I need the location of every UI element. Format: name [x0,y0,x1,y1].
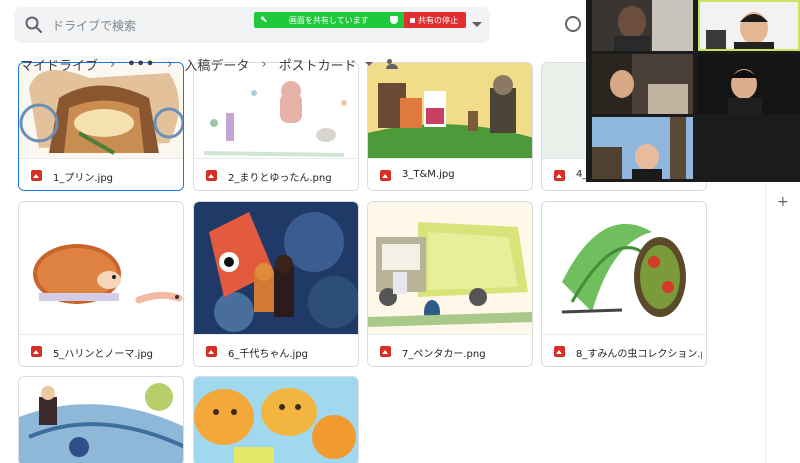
thumbnail-image [368,202,532,334]
file-card-10[interactable] [193,376,359,463]
video-tile-active-speaker[interactable] [698,0,800,51]
video-call-overlay [586,0,800,182]
file-card-9[interactable] [18,376,184,463]
file-card-6[interactable]: 6_千代ちゃん.jpg [193,201,359,367]
file-card-1[interactable]: 1_プリン.jpg [18,62,184,191]
image-file-icon [31,346,42,357]
stop-share-label: 共有の停止 [418,15,458,25]
screen-share-banner: ⬉ 画面を共有しています 共有の停止 [254,12,466,28]
file-caption: 2_まりとゆったん.png [194,158,358,190]
breadcrumb-current[interactable]: ポストカード [279,55,357,74]
image-file-icon [380,170,391,181]
image-file-icon [206,346,217,357]
image-file-icon [554,170,565,181]
thumbnail-image [19,202,183,334]
share-status: ⬉ 画面を共有しています [254,12,404,28]
thumbnail-image [368,63,532,158]
file-caption: 7_ペンタカー.png [368,334,532,366]
file-card-3[interactable]: 3_T&M.jpg [367,62,533,191]
stop-share-button[interactable]: 共有の停止 [404,12,466,28]
chevron-down-icon[interactable] [364,62,373,66]
video-tile[interactable] [698,54,800,114]
plus-icon[interactable]: + [777,194,789,210]
breadcrumb-parent[interactable]: 入稿データ [184,55,249,74]
shield-icon [390,16,398,24]
breadcrumb-root[interactable]: マイドライブ [20,55,98,74]
video-tile[interactable] [592,0,693,51]
search-input[interactable]: ドライブで検索 [52,17,136,34]
file-caption: 1_プリン.jpg [19,158,183,190]
file-caption: 3_T&M.jpg [368,158,532,190]
thumbnail-image [19,63,183,158]
image-file-icon [31,170,42,181]
file-caption: 5_ハリンとノーマ.jpg [19,334,183,366]
file-caption: 6_千代ちゃん.jpg [194,334,358,366]
file-card-2[interactable]: 2_まりとゆったん.png [193,62,359,191]
share-status-label: 画面を共有しています [288,15,369,25]
file-name: 7_ペンタカー.png [402,349,486,360]
share-arrow-icon: ⬉ [260,15,268,25]
file-name: 3_T&M.jpg [402,169,455,180]
stop-icon [410,17,415,23]
thumbnail-image [542,202,706,334]
thumbnail-image [194,202,358,334]
chevron-right-icon: › [167,56,173,72]
breadcrumb-more[interactable]: ••• [127,57,155,72]
people-icon [385,59,399,69]
thumbnail-image [19,377,183,463]
video-tile[interactable] [592,54,693,114]
file-caption: 8_すみんの虫コレクション.p... [542,334,706,366]
file-name: 5_ハリンとノーマ.jpg [53,349,154,360]
file-card-8[interactable]: 8_すみんの虫コレクション.p... [541,201,707,367]
side-panel-rail: + [765,182,800,463]
search-options-icon[interactable] [472,22,482,27]
thumbnail-image [194,377,358,463]
offline-status-icon[interactable] [565,16,581,32]
chevron-right-icon: › [110,56,116,72]
file-name: 2_まりとゆったん.png [228,173,332,184]
video-tile[interactable] [592,117,693,179]
scrollbar[interactable] [748,182,758,463]
file-card-5[interactable]: 5_ハリンとノーマ.jpg [18,201,184,367]
file-card-7[interactable]: 7_ペンタカー.png [367,201,533,367]
file-name: 8_すみんの虫コレクション.p... [576,349,702,360]
file-name: 6_千代ちゃん.jpg [228,349,309,360]
file-name: 1_プリン.jpg [53,173,114,184]
breadcrumb: マイドライブ › ••• › 入稿データ › ポストカード [20,52,399,76]
image-file-icon [206,170,217,181]
chevron-right-icon: › [261,56,267,72]
thumbnail-image [194,63,358,158]
image-file-icon [554,346,565,357]
search-icon[interactable] [24,15,44,35]
video-tile-empty [698,117,800,179]
image-file-icon [380,346,391,357]
